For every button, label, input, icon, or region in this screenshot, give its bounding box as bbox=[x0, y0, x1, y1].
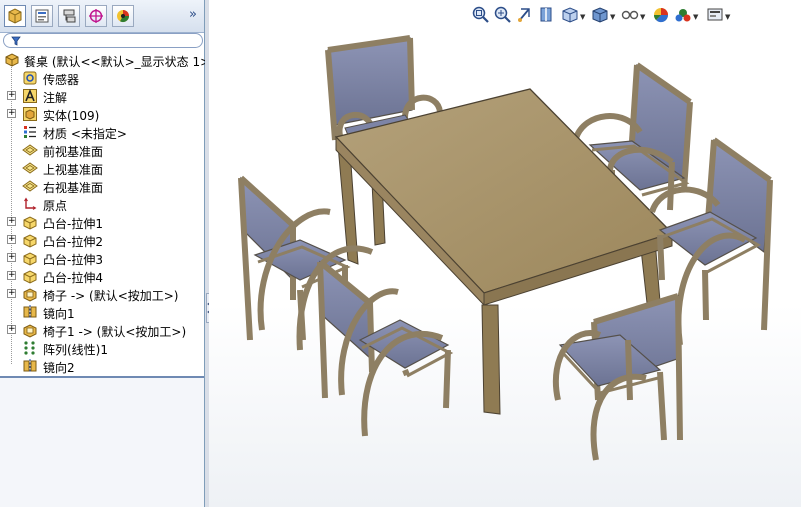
chair-right-front[interactable] bbox=[552, 293, 683, 461]
tree-item-label: 材质 <未指定> bbox=[43, 127, 127, 141]
expand-panel-button[interactable]: » bbox=[186, 8, 200, 22]
tree-item[interactable]: 右视基准面 bbox=[0, 177, 204, 195]
tree-item-label: 右视基准面 bbox=[43, 181, 104, 195]
tree-item[interactable]: 原点 bbox=[0, 195, 204, 213]
plane-icon bbox=[22, 162, 38, 174]
tree-item[interactable]: + 凸台-拉伸2 bbox=[0, 231, 204, 249]
dimxpert-icon bbox=[89, 9, 103, 23]
expand-toggle-icon[interactable]: + bbox=[7, 91, 16, 100]
expand-toggle-icon[interactable]: + bbox=[7, 109, 16, 118]
expand-toggle-icon[interactable]: + bbox=[7, 325, 16, 334]
tree-item[interactable]: 材质 <未指定> bbox=[0, 123, 204, 141]
tree-item[interactable]: + 椅子 -> (默认<按加工>) bbox=[0, 285, 204, 303]
sensor-icon bbox=[23, 71, 37, 85]
tree-item[interactable]: 传感器 bbox=[0, 69, 204, 87]
tree-item-label: 原点 bbox=[43, 199, 68, 213]
configurationmanager-icon bbox=[63, 9, 76, 23]
tree-item[interactable]: 前视基准面 bbox=[0, 141, 204, 159]
tree-item[interactable]: 阵列(线性)1 bbox=[0, 339, 204, 357]
feature-filter-bar[interactable] bbox=[3, 33, 203, 48]
tree-item-label: 椅子1 -> (默认<按加工>) bbox=[43, 325, 187, 339]
featuremanager-tab[interactable] bbox=[4, 5, 26, 27]
tree-item-label: 椅子 -> (默认<按加工>) bbox=[43, 289, 179, 303]
chair-left-front[interactable] bbox=[317, 259, 454, 437]
expand-toggle-icon[interactable]: + bbox=[7, 235, 16, 244]
panel-empty-area bbox=[0, 378, 204, 507]
extrude-icon bbox=[23, 216, 37, 230]
part-icon bbox=[23, 288, 37, 302]
solid-bodies-icon bbox=[23, 107, 37, 121]
origin-icon bbox=[24, 197, 37, 210]
tree-item[interactable]: + 凸台-拉伸1 bbox=[0, 213, 204, 231]
tree-item-label: 传感器 bbox=[43, 73, 80, 87]
assembly-icon bbox=[5, 53, 19, 67]
graphics-viewport[interactable]: ▼ ▼ ▼ ▼ ▼ bbox=[209, 0, 801, 507]
tree-root-label: 餐桌 (默认<<默认>_显示状态 1> bbox=[24, 55, 211, 69]
expand-toggle-icon[interactable]: + bbox=[7, 271, 16, 280]
feature-manager-panel: » 餐桌 (默认<<默认>_显示状态 1> 传感器 + 注解 + 实体(109) 材质 <… bbox=[0, 0, 210, 507]
filter-icon bbox=[11, 36, 21, 46]
display-manager-icon bbox=[117, 10, 129, 23]
tree-root-item[interactable]: 餐桌 (默认<<默认>_显示状态 1> bbox=[0, 51, 210, 69]
dimxpert-tab[interactable] bbox=[85, 5, 107, 27]
extrude-icon bbox=[23, 270, 37, 284]
tree-item[interactable]: 上视基准面 bbox=[0, 159, 204, 177]
tree-item[interactable]: + 注解 bbox=[0, 87, 204, 105]
display-manager-tab[interactable] bbox=[112, 5, 134, 27]
propertymanager-icon bbox=[35, 9, 49, 23]
tree-item-label: 注解 bbox=[43, 91, 68, 105]
plane-icon bbox=[22, 144, 38, 156]
tree-item[interactable]: + 实体(109) bbox=[0, 105, 204, 123]
expand-toggle-icon[interactable]: + bbox=[7, 217, 16, 226]
propertymanager-tab[interactable] bbox=[31, 5, 53, 27]
extrude-icon bbox=[23, 234, 37, 248]
tree-item[interactable]: + 椅子1 -> (默认<按加工>) bbox=[0, 321, 204, 339]
tree-item-label: 凸台-拉伸3 bbox=[43, 253, 103, 267]
expand-toggle-icon[interactable]: + bbox=[7, 253, 16, 262]
featuremanager-icon bbox=[8, 8, 22, 24]
tree-item-label: 镜向1 bbox=[43, 307, 75, 321]
annotation-icon bbox=[23, 88, 37, 103]
part-icon bbox=[23, 324, 37, 338]
tree-item-label: 凸台-拉伸1 bbox=[43, 217, 103, 231]
tree-item[interactable]: + 凸台-拉伸3 bbox=[0, 249, 204, 267]
expand-toggle-icon[interactable]: + bbox=[7, 289, 16, 298]
tree-item-label: 上视基准面 bbox=[43, 163, 104, 177]
panel-tab-bar: » bbox=[0, 0, 204, 33]
tree-item-label: 前视基准面 bbox=[43, 145, 104, 159]
table-assembly-model[interactable] bbox=[209, 0, 801, 507]
tree-item-label: 凸台-拉伸4 bbox=[43, 271, 103, 285]
tree-item-label: 实体(109) bbox=[43, 109, 100, 123]
tree-item[interactable]: + 凸台-拉伸4 bbox=[0, 267, 204, 285]
configurationmanager-tab[interactable] bbox=[58, 5, 80, 27]
mirror-icon bbox=[23, 359, 37, 373]
tree-item-label: 凸台-拉伸2 bbox=[43, 235, 103, 249]
tree-item-label: 镜向2 bbox=[43, 361, 75, 375]
mirror-icon bbox=[23, 305, 37, 319]
extrude-icon bbox=[23, 252, 37, 266]
plane-icon bbox=[22, 180, 38, 192]
tree-item[interactable]: 镜向2 bbox=[0, 357, 204, 375]
material-icon bbox=[24, 126, 36, 138]
linear-pattern-icon bbox=[24, 341, 35, 355]
tree-item[interactable]: 镜向1 bbox=[0, 303, 204, 321]
tree-item-label: 阵列(线性)1 bbox=[43, 343, 108, 357]
